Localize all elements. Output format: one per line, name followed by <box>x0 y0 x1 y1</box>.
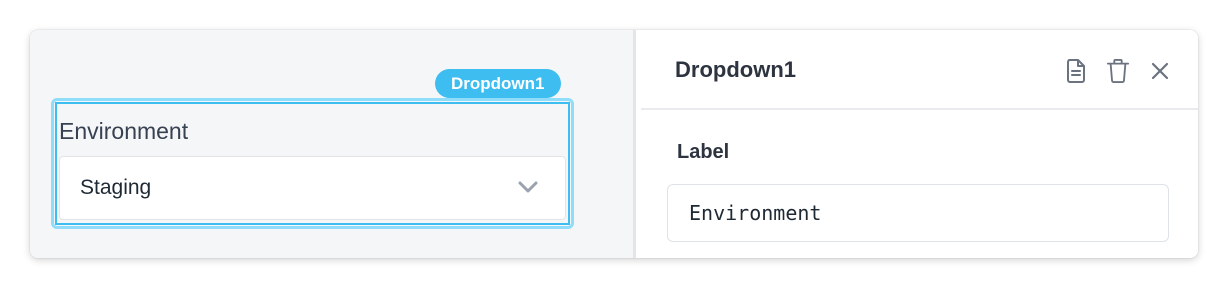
header-divider <box>641 108 1198 110</box>
close-icon[interactable] <box>1148 57 1172 85</box>
dropdown-selected-value: Staging <box>80 176 152 199</box>
inspector-title: Dropdown1 <box>675 57 796 82</box>
inspector-actions <box>1064 57 1172 85</box>
inspector-panel: Dropdown1 Label Environment <box>636 30 1198 258</box>
label-input[interactable] <box>667 184 1169 242</box>
editor-canvas: Dropdown1 Environment Staging <box>30 30 633 258</box>
dropdown-label: Environment <box>59 118 189 144</box>
dropdown-widget[interactable]: Environment Staging <box>55 102 570 225</box>
widget-name-tag[interactable]: Dropdown1 <box>435 69 561 98</box>
dropdown-select[interactable]: Staging <box>59 156 566 220</box>
document-icon[interactable] <box>1064 57 1088 85</box>
chevron-down-icon <box>518 181 538 193</box>
trash-icon[interactable] <box>1106 57 1130 85</box>
label-field-heading: Label <box>677 141 730 163</box>
app-window: Dropdown1 Environment Staging Dropdown1 <box>30 30 1198 258</box>
